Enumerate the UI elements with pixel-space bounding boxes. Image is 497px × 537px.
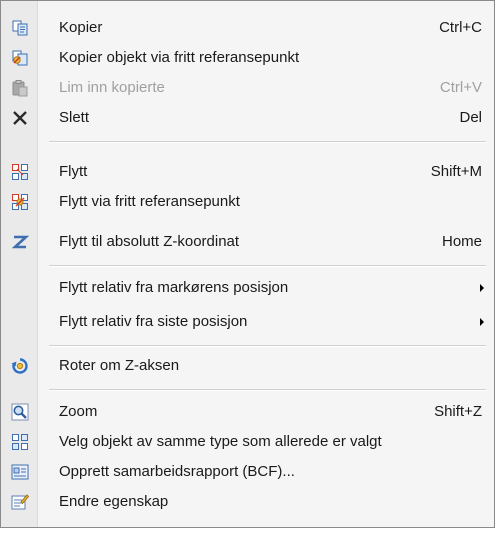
menu-separator xyxy=(49,345,486,347)
menu-separator xyxy=(49,389,486,391)
menu-item-label: Flytt relativ fra siste posisjon xyxy=(59,313,248,330)
delete-icon xyxy=(11,109,29,127)
select-same-type-icon xyxy=(11,433,29,451)
copy-icon xyxy=(11,19,29,37)
menu-item-label: Lim inn kopierte xyxy=(59,79,165,96)
menu-item-label: Flytt xyxy=(59,163,88,180)
submenu-arrow-icon xyxy=(480,284,484,292)
menu-item-label: Opprett samarbeidsrapport (BCF)... xyxy=(59,463,295,480)
menu-item-kopier[interactable]: Kopier Ctrl+C xyxy=(2,13,493,43)
menu-item-label: Endre egenskap xyxy=(59,493,169,510)
menu-item-label: Velg objekt av samme type som allerede e… xyxy=(59,433,382,450)
menu-item-velg-objekt-av-samme-type[interactable]: Velg objekt av samme type som allerede e… xyxy=(2,427,493,457)
submenu-arrow-icon xyxy=(480,318,484,326)
menu-item-label: Zoom xyxy=(59,403,98,420)
menu-item-label: Flytt til absolutt Z-koordinat xyxy=(59,233,240,250)
menu-item-flytt[interactable]: Flytt Shift+M xyxy=(2,157,493,187)
menu-item-kopier-objekt-via-fritt-referansepunkt[interactable]: Kopier objekt via fritt referansepunkt xyxy=(2,43,493,73)
copy-reference-icon xyxy=(11,49,29,67)
menu-item-label: Kopier xyxy=(59,19,103,36)
menu-item-flytt-relativ-fra-markorens-posisjon[interactable]: Flytt relativ fra markørens posisjon xyxy=(2,273,493,303)
menu-item-shortcut: Del xyxy=(459,109,482,126)
menu-item-opprett-samarbeidsrapport-bcf[interactable]: Opprett samarbeidsrapport (BCF)... xyxy=(2,457,493,487)
menu-item-endre-egenskap[interactable]: Endre egenskap xyxy=(2,487,493,517)
menu-item-shortcut: Home xyxy=(441,233,482,250)
menu-item-label: Flytt via fritt referansepunkt xyxy=(59,193,240,210)
menu-separator xyxy=(49,141,486,143)
menu-item-label: Slett xyxy=(59,109,90,126)
menu-item-flytt-til-absolutt-z-koordinat[interactable]: Flytt til absolutt Z-koordinat Home xyxy=(2,227,493,257)
bcf-report-icon xyxy=(11,463,29,481)
menu-item-shortcut: Shift+Z xyxy=(434,403,482,420)
menu-item-zoom[interactable]: Zoom Shift+Z xyxy=(2,397,493,427)
menu-item-flytt-via-fritt-referansepunkt[interactable]: Flytt via fritt referansepunkt xyxy=(2,187,493,217)
menu-item-shortcut: Ctrl+V xyxy=(439,79,482,96)
menu-item-flytt-relativ-fra-siste-posisjon[interactable]: Flytt relativ fra siste posisjon xyxy=(2,307,493,337)
menu-item-label: Kopier objekt via fritt referansepunkt xyxy=(59,49,300,66)
properties-icon xyxy=(11,493,29,511)
menu-item-label: Flytt relativ fra markørens posisjon xyxy=(59,279,289,296)
z-coordinate-icon xyxy=(11,233,29,251)
rotate-icon xyxy=(11,357,29,375)
move-reference-icon xyxy=(11,193,29,211)
zoom-icon xyxy=(11,403,29,421)
menu-item-lim-inn-kopierte[interactable]: Lim inn kopierte Ctrl+V xyxy=(2,73,493,103)
menu-item-slett[interactable]: Slett Del xyxy=(2,103,493,133)
menu-separator xyxy=(49,265,486,267)
menu-item-shortcut: Ctrl+C xyxy=(439,19,482,36)
context-menu: Kopier Ctrl+C Kopier objekt via fritt re… xyxy=(0,0,495,528)
menu-item-shortcut: Shift+M xyxy=(430,163,482,180)
menu-item-roter-om-z-aksen[interactable]: Roter om Z-aksen xyxy=(2,351,493,381)
paste-icon xyxy=(11,79,29,97)
move-icon xyxy=(11,163,29,181)
menu-item-label: Roter om Z-aksen xyxy=(59,357,180,374)
